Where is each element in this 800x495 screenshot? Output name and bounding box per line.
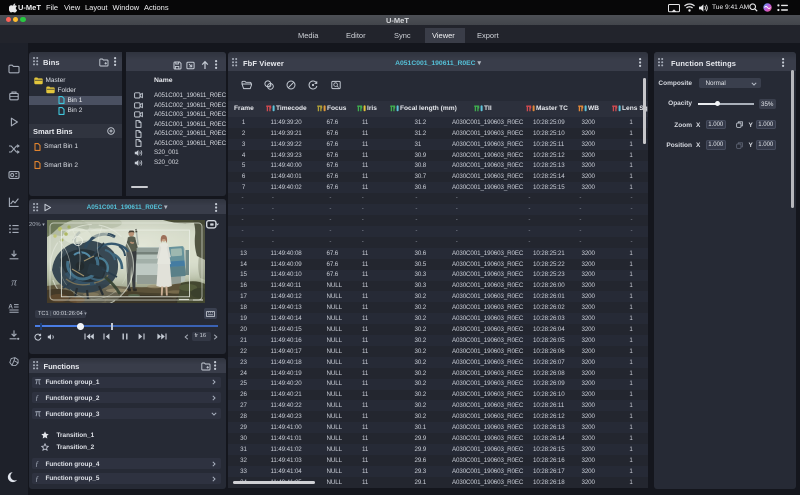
svg-text:A: A [8,304,13,311]
svg-text:π: π [11,276,17,287]
